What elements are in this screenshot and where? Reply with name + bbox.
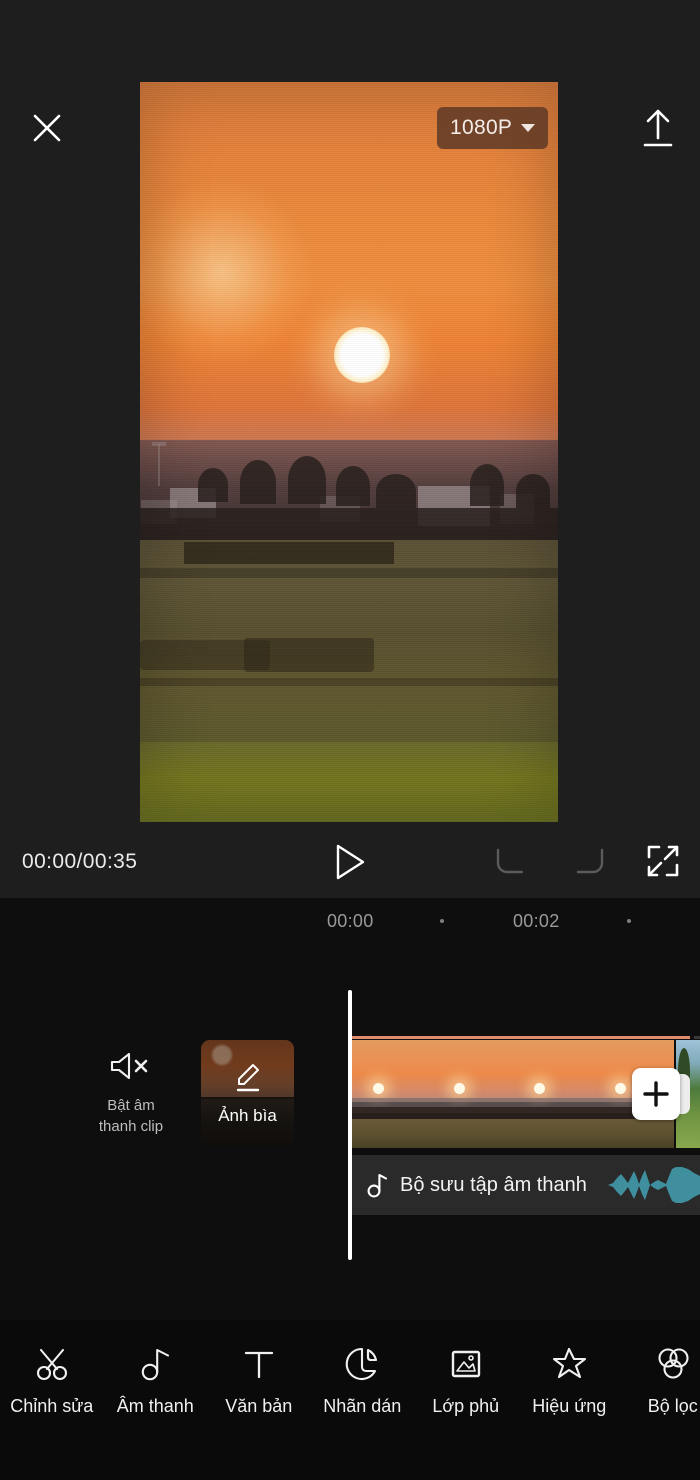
ruler-label: 00:00 (327, 911, 374, 931)
preview-sun (334, 327, 390, 383)
clip-effect-line (352, 1036, 690, 1039)
video-clip-thumbnails[interactable] (352, 1040, 674, 1148)
video-editor-screen: 1080P 00:00/00:35 00:00 00:02 Bật âm tha… (0, 0, 700, 1480)
fullscreen-icon[interactable] (645, 843, 681, 879)
close-icon[interactable] (26, 107, 68, 149)
play-icon[interactable] (329, 842, 371, 882)
resolution-label: 1080P (450, 116, 513, 139)
chevron-down-icon (521, 124, 536, 132)
sticker-icon (342, 1338, 382, 1390)
upload-icon[interactable] (637, 106, 679, 150)
preview-field-near (140, 742, 558, 822)
ruler-tick-dot (627, 919, 631, 923)
toolbar-label: Lớp phủ (432, 1396, 500, 1416)
toolbar-label: Chỉnh sửa (10, 1396, 94, 1416)
toolbar-label: Văn bản (225, 1396, 293, 1416)
toolbar-label: Bộ lọc (647, 1396, 698, 1416)
mute-label-line1: Bật âm (107, 1097, 155, 1114)
ruler-tick-dot (440, 919, 444, 923)
resolution-selector[interactable]: 1080P (437, 107, 549, 149)
text-t-icon (239, 1338, 279, 1390)
plus-icon (643, 1081, 669, 1107)
toolbar-item-effects[interactable]: Hiệu ứng (518, 1338, 622, 1448)
clip-thumbnail (352, 1040, 433, 1148)
toolbar-item-filters[interactable]: Bộ lọc (621, 1338, 700, 1448)
sparkle-star-icon (549, 1338, 589, 1390)
timeline-ruler[interactable]: 00:00 00:02 (0, 898, 700, 948)
audio-track-label: Bộ sưu tập âm thanh (400, 1173, 587, 1196)
preview-field-far (140, 540, 558, 636)
scissors-icon (32, 1338, 72, 1390)
toolbar-label: Nhãn dán (323, 1396, 402, 1416)
ruler-label: 00:02 (513, 911, 560, 931)
toolbar-label: Âm thanh (116, 1396, 194, 1416)
add-clip-button[interactable] (632, 1068, 680, 1120)
toolbar-item-sticker[interactable]: Nhãn dán (311, 1338, 415, 1448)
cover-label: Ảnh bìa (218, 1106, 277, 1125)
toolbar-item-edit[interactable]: Chỉnh sửa (0, 1338, 104, 1448)
audio-waveform (608, 1167, 700, 1203)
bottom-toolbar: Chỉnh sửa Âm thanh Văn bản Nhãn dán Lớp … (0, 1320, 700, 1480)
preview-field-mid (140, 630, 558, 750)
toolbar-item-text[interactable]: Văn bản (207, 1338, 311, 1448)
toolbar-items: Chỉnh sửa Âm thanh Văn bản Nhãn dán Lớp … (0, 1338, 700, 1448)
mute-clip-audio-button[interactable]: Bật âm thanh clip (91, 1045, 171, 1145)
speaker-mute-icon (91, 1045, 171, 1087)
toolbar-label: Hiệu ứng (532, 1396, 607, 1416)
clip-thumbnail (432, 1040, 513, 1148)
picture-overlay-icon (446, 1338, 486, 1390)
preview-area: 1080P (0, 0, 700, 825)
audio-track[interactable]: Bộ sưu tập âm thanh (350, 1155, 700, 1215)
clip-effect-line-gap (694, 1036, 700, 1039)
mute-label-line2: thanh clip (98, 1118, 164, 1135)
playback-control-bar: 00:00/00:35 (0, 825, 700, 898)
preview-town (140, 440, 558, 550)
music-note-icon (366, 1172, 388, 1198)
timecode-display: 00:00/00:35 (22, 849, 138, 873)
toolbar-item-audio[interactable]: Âm thanh (104, 1338, 208, 1448)
video-preview[interactable] (140, 82, 558, 822)
undo-icon[interactable] (492, 845, 532, 879)
pencil-edit-icon (201, 1062, 294, 1094)
toolbar-item-overlay[interactable]: Lớp phủ (414, 1338, 518, 1448)
cover-image-button[interactable]: Ảnh bìa (201, 1040, 294, 1146)
music-note-icon (135, 1338, 175, 1390)
filters-circles-icon (653, 1338, 693, 1390)
redo-icon[interactable] (568, 845, 608, 879)
timeline-playhead[interactable] (348, 990, 352, 1260)
clip-thumbnail (513, 1040, 594, 1148)
